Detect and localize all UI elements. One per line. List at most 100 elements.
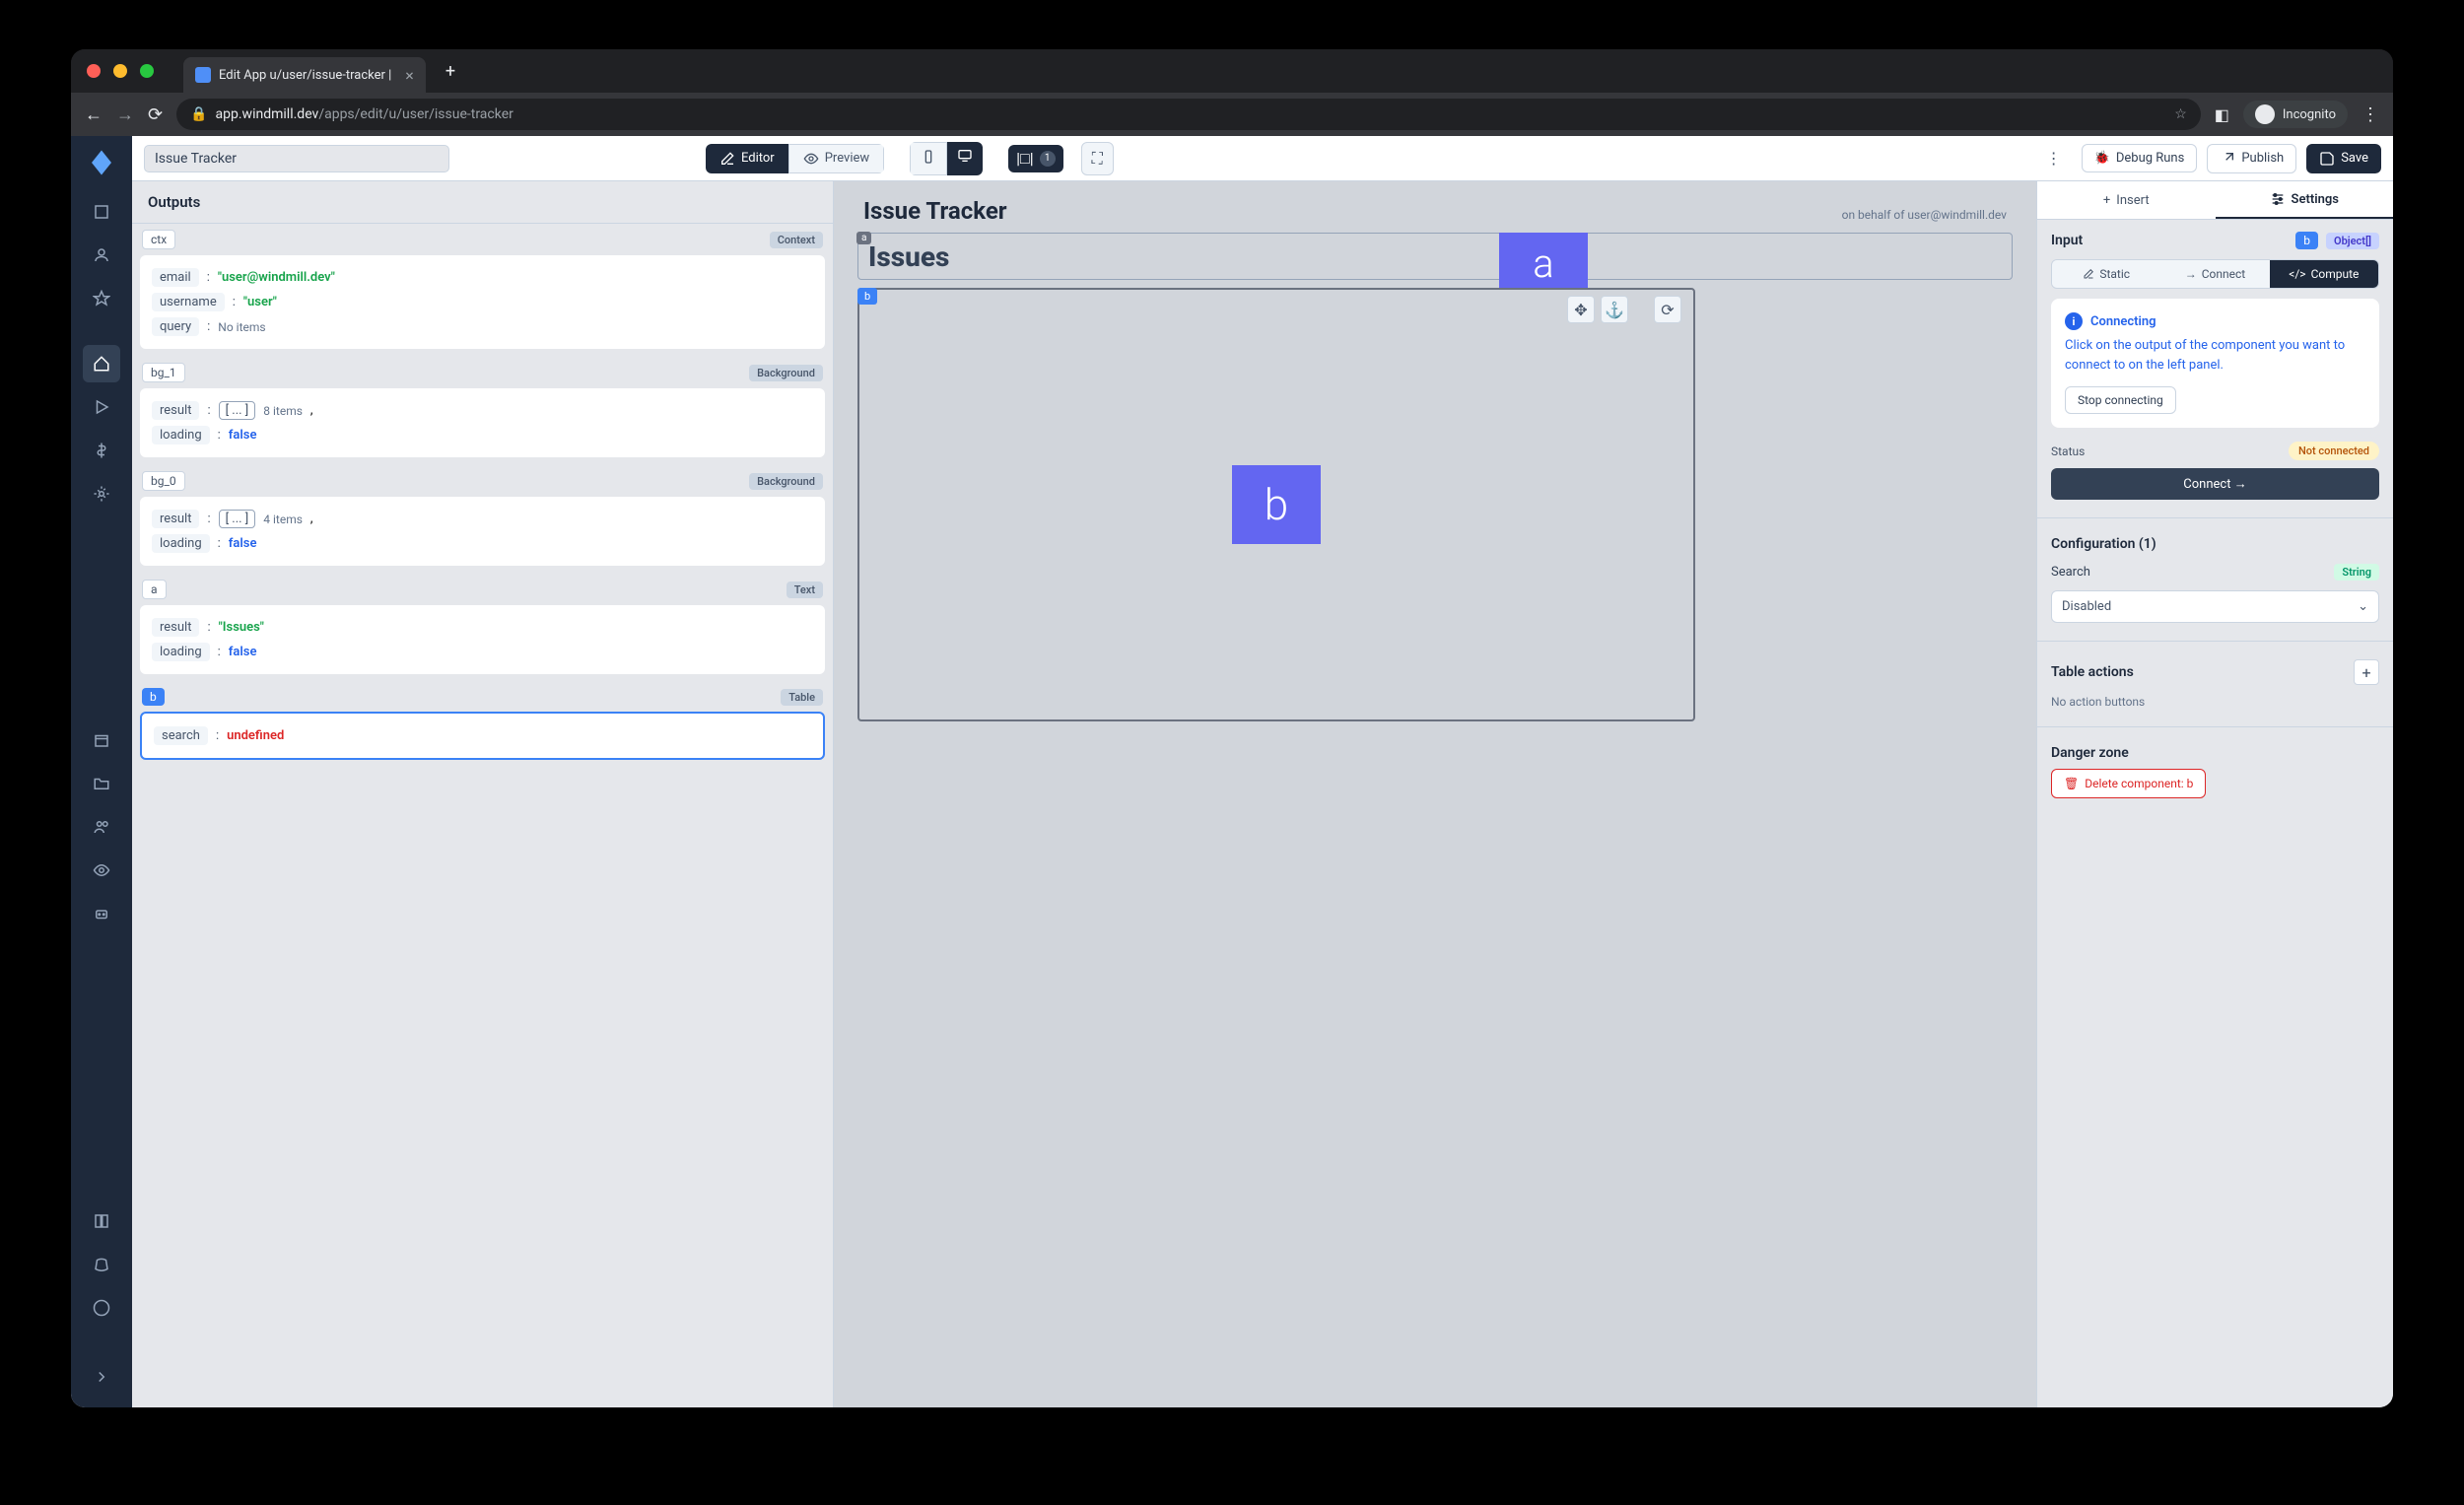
folder-icon[interactable] [83,765,120,802]
package-icon[interactable] [83,721,120,759]
actions-title: Table actions [2051,664,2134,680]
block-type: Text [787,581,823,598]
block-id[interactable]: bg_1 [142,363,185,382]
eye-icon[interactable] [83,852,120,889]
dollar-icon[interactable] [83,432,120,469]
save-button[interactable]: Save [2306,144,2381,173]
preview-button[interactable]: Preview [788,144,884,173]
play-icon[interactable] [83,388,120,426]
connect-mode-button[interactable]: →Connect [2160,260,2269,288]
discord-icon[interactable] [83,1246,120,1283]
favicon-icon [195,67,211,83]
desktop-view-button[interactable] [947,142,983,175]
mobile-view-button[interactable] [910,142,947,175]
home-icon[interactable] [83,345,120,382]
stop-connecting-button[interactable]: Stop connecting [2065,386,2176,414]
output-block-bg0: bg_0 Background result:[ ... ]4 items, l… [132,465,833,574]
status-value: Not connected [2289,442,2379,460]
windmill-logo-icon[interactable] [87,148,116,177]
maximize-window-button[interactable] [140,64,154,78]
reload-button[interactable]: ⟳ [148,104,163,125]
incognito-badge: Incognito [2243,101,2348,128]
minimize-window-button[interactable] [113,64,127,78]
bg1-loading-key[interactable]: loading [152,426,210,445]
more-options-button[interactable]: ⋮ [2036,143,2072,173]
ctx-email-key[interactable]: email [152,268,199,287]
delete-component-button[interactable]: 🗑 Delete component: b [2051,769,2206,798]
no-actions-label: No action buttons [2051,695,2379,709]
static-mode-button[interactable]: Static [2052,260,2160,288]
block-id[interactable]: bg_0 [142,471,185,491]
component-b[interactable]: b ✥ ⚓ ⟳ b [857,288,1695,721]
incognito-icon [2255,104,2275,124]
box-icon[interactable] [83,193,120,231]
align-group[interactable]: |□| 1 [1008,145,1062,172]
block-type: Context [770,232,823,248]
back-button[interactable]: ← [85,104,103,125]
bg0-loading-key[interactable]: loading [152,534,210,553]
b-search-val: undefined [227,728,284,743]
expand-sidebar-icon[interactable] [83,1358,120,1396]
bg0-result-key[interactable]: result [152,510,199,528]
a-result-key[interactable]: result [152,618,199,637]
a-loading-key[interactable]: loading [152,643,210,661]
settings-tab[interactable]: Settings [2216,181,2394,219]
star-icon[interactable] [83,280,120,317]
b-search-key[interactable]: search [154,726,208,745]
browser-menu-button[interactable]: ⋮ [2361,104,2379,125]
star-icon[interactable]: ☆ [2174,106,2187,122]
search-select[interactable]: Disabled ⌄ [2051,590,2379,623]
connect-button[interactable]: Connect → [2051,468,2379,500]
publish-button[interactable]: Publish [2207,144,2296,173]
bg0-result-arr[interactable]: [ ... ] [219,510,256,528]
bg1-result-key[interactable]: result [152,401,199,420]
github-icon[interactable] [83,1289,120,1327]
block-id[interactable]: b [142,688,165,706]
add-action-button[interactable]: + [2354,659,2379,685]
browser-tab[interactable]: Edit App u/user/issue-tracker | × [183,57,426,93]
url-text: app.windmill.dev/apps/edit/u/user/issue-… [216,106,513,122]
insert-tab[interactable]: + Insert [2037,181,2216,219]
canvas-area[interactable]: Issue Tracker on behalf of user@windmill… [834,181,2036,1407]
component-a[interactable]: a Issues a [857,233,2013,280]
extensions-icon[interactable]: ◧ [2215,105,2229,124]
app-title-input[interactable] [144,145,449,172]
component-a-float: a [1499,233,1588,294]
debug-runs-button[interactable]: 🐞 Debug Runs [2082,144,2198,172]
bot-icon[interactable] [83,895,120,932]
users-icon[interactable] [83,808,120,846]
book-icon[interactable] [83,1202,120,1240]
editor-button[interactable]: Editor [706,144,788,173]
viewport-toggle [910,142,983,175]
compute-mode-button[interactable]: </>Compute [2270,260,2378,288]
canvas-behalf: on behalf of user@windmill.dev [1842,208,2007,222]
close-window-button[interactable] [87,64,101,78]
user-icon[interactable] [83,237,120,274]
ctx-username-key[interactable]: username [152,293,225,311]
url-bar[interactable]: 🔒 app.windmill.dev/apps/edit/u/user/issu… [176,99,2201,130]
close-tab-button[interactable]: × [405,66,414,85]
block-type: Table [781,689,823,706]
move-icon[interactable]: ✥ [1567,296,1595,323]
component-a-badge: a [856,232,871,244]
refresh-icon[interactable]: ⟳ [1654,296,1681,323]
lock-icon: 🔒 [190,106,207,122]
connecting-title: Connecting [2090,314,2156,329]
forward-button[interactable]: → [116,104,134,125]
input-mode-tabs: Static →Connect </>Compute [2051,259,2379,289]
bg1-result-arr[interactable]: [ ... ] [219,401,256,420]
component-id-badge: b [2295,232,2318,249]
mode-toggle: Editor Preview [706,144,884,173]
output-block-a: a Text result:"Issues" loading:false [132,574,833,682]
settings-icon[interactable] [83,475,120,513]
anchor-icon[interactable]: ⚓ [1601,296,1628,323]
search-label: Search [2051,565,2090,580]
table-actions-section: Table actions + No action buttons [2037,648,2393,720]
block-id[interactable]: ctx [142,230,175,249]
new-tab-button[interactable]: + [445,61,455,82]
outputs-panel: Outputs ctx Context email:"user@windmill… [132,181,834,1407]
chevron-down-icon: ⌄ [2358,599,2368,614]
ctx-query-key[interactable]: query [152,317,199,336]
block-id[interactable]: a [142,580,167,599]
fullscreen-button[interactable]: ⛶ [1081,142,1114,175]
